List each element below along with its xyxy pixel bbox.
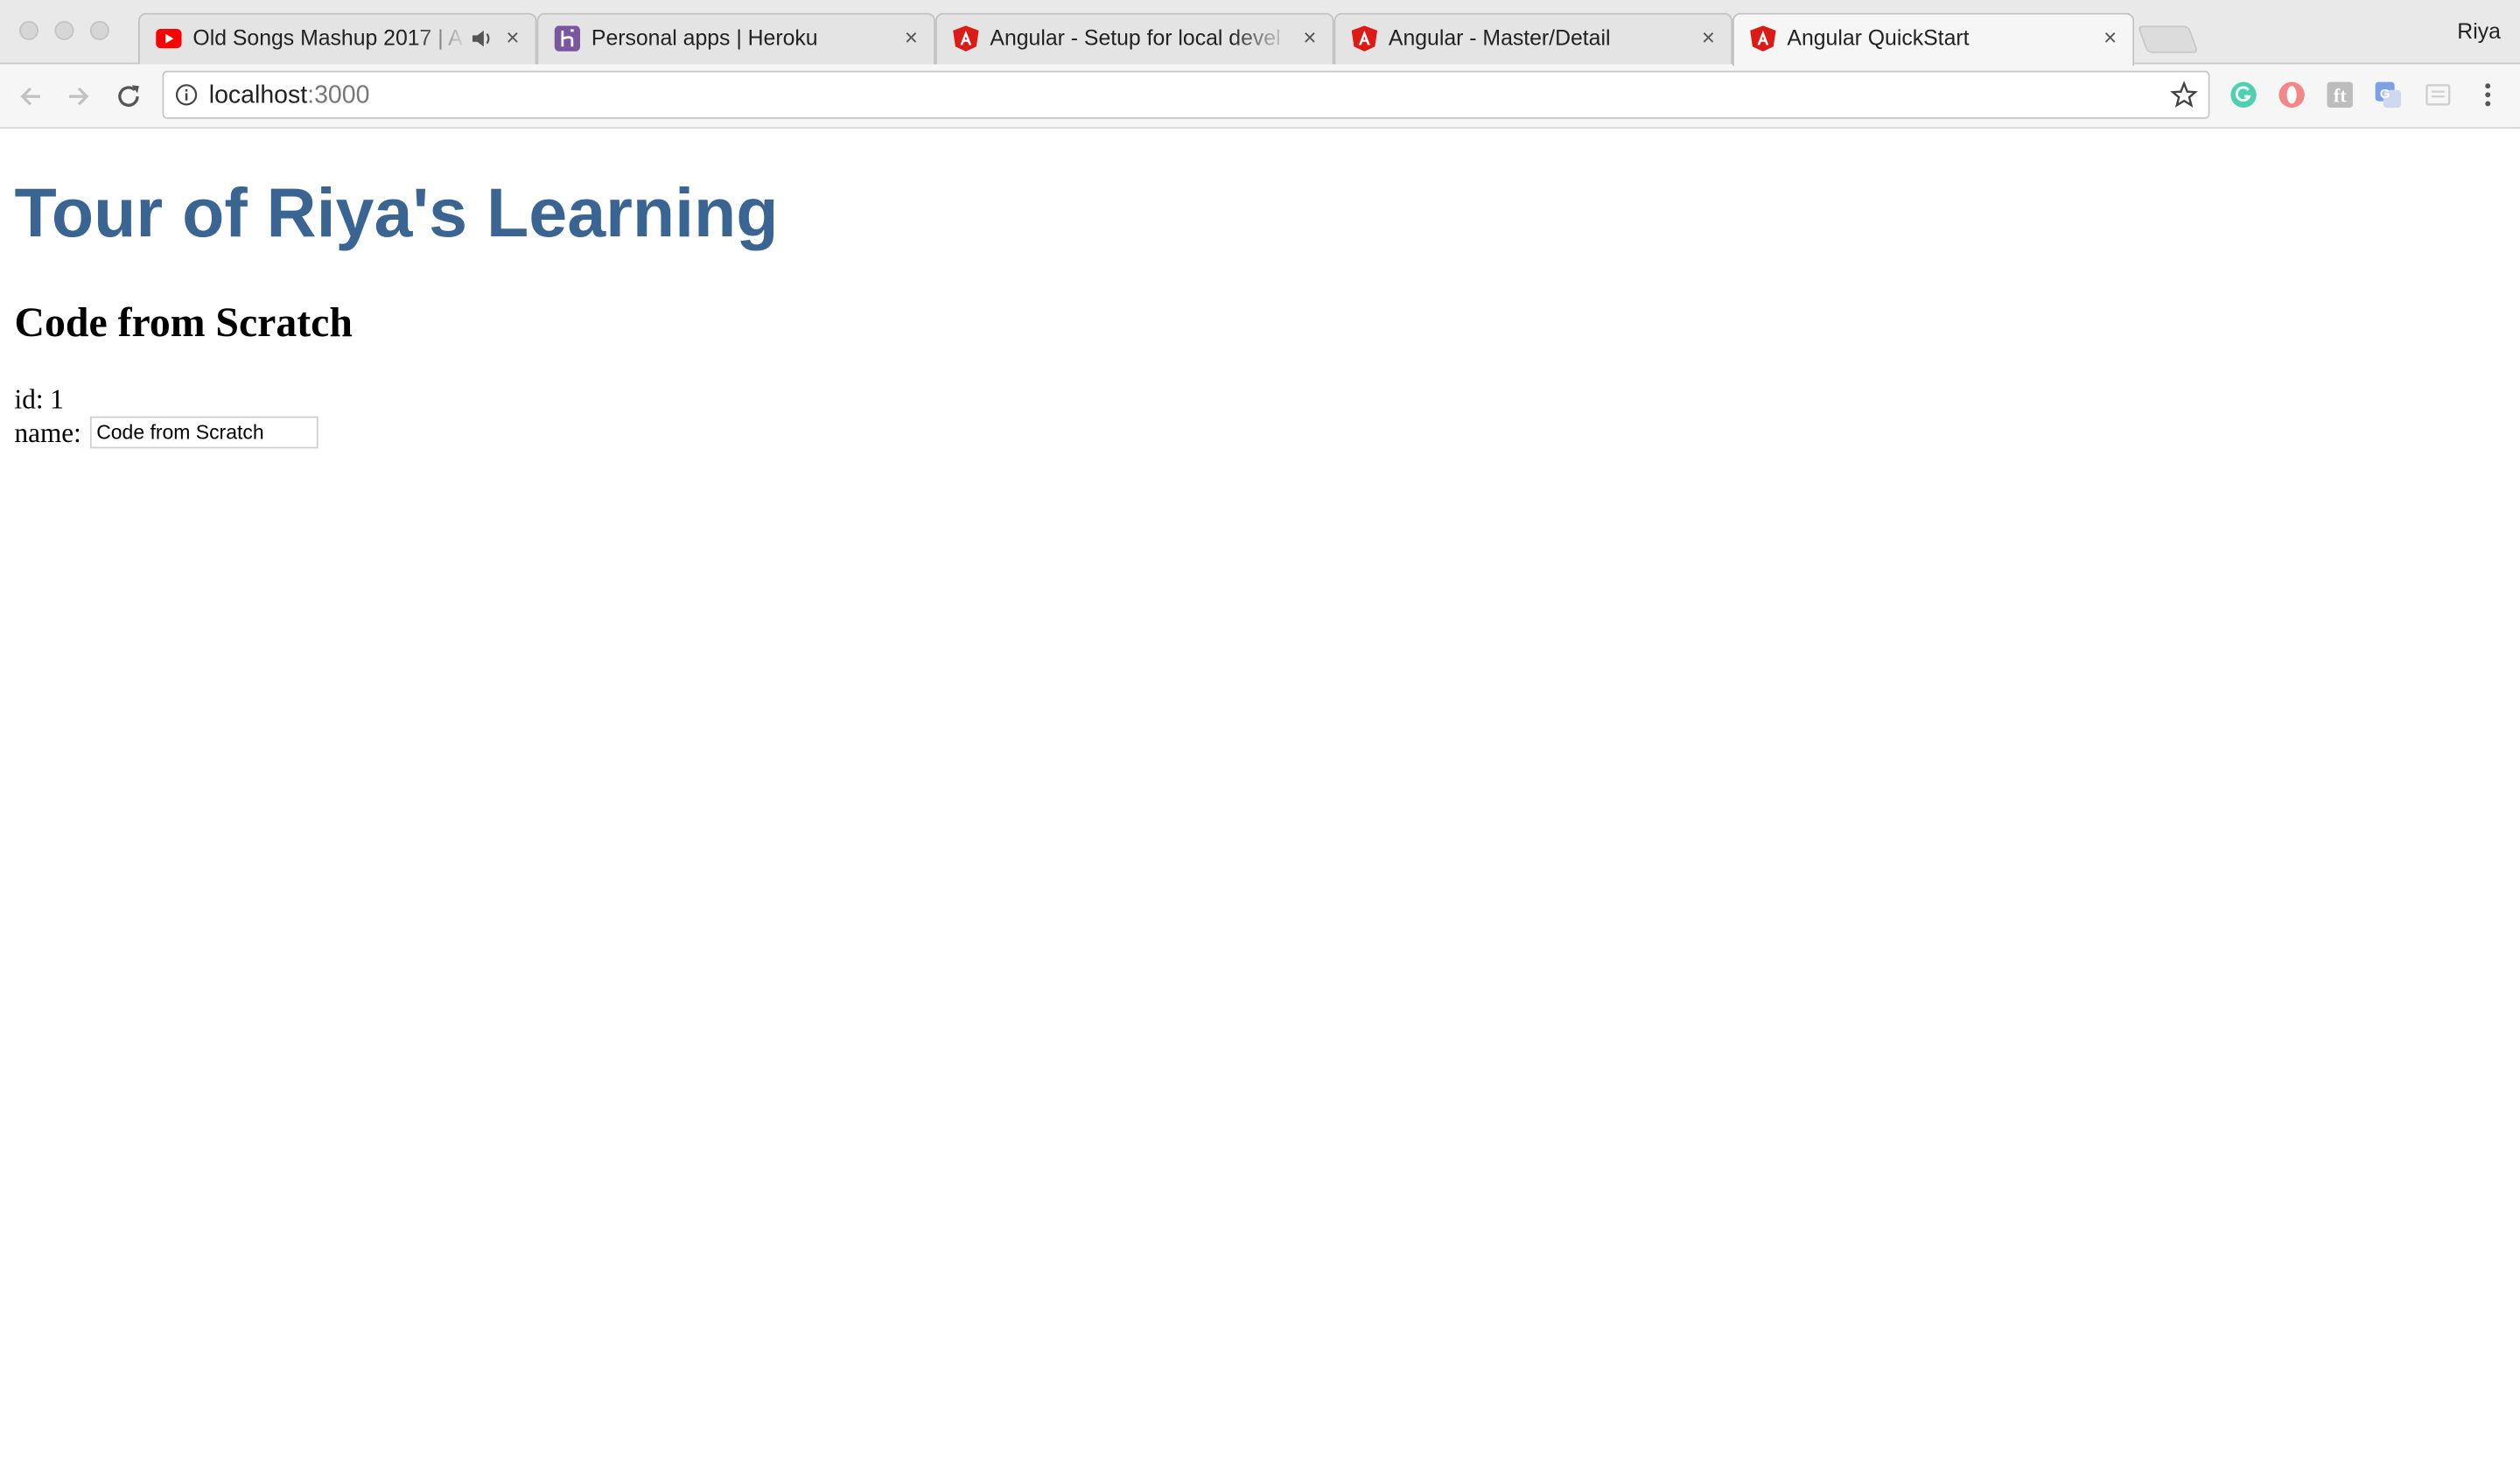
close-tab-icon[interactable]: × [503, 25, 522, 48]
heroku-icon [554, 25, 581, 52]
svg-text:G: G [2380, 88, 2390, 102]
browser-toolbar: localhost:3000 [0, 64, 2520, 129]
grammarly-icon[interactable] [2230, 81, 2258, 109]
name-label: name: [14, 418, 81, 449]
close-tab-icon[interactable]: × [1300, 25, 1320, 48]
tab-title: Angular - Setup for local devel [990, 25, 1281, 50]
tab-strip: Old Songs Mashup 2017 | A × Personal app… [0, 0, 2520, 67]
back-arrow-icon[interactable] [15, 81, 47, 113]
name-row: name: [15, 418, 81, 450]
opera-icon[interactable] [2278, 81, 2306, 109]
tab-title: Angular - Master/Detail [1388, 25, 1611, 50]
new-tab-button[interactable] [2137, 25, 2199, 53]
angular-icon [1351, 25, 1378, 52]
address-bar[interactable]: localhost:3000 [162, 70, 2210, 119]
tab-angular-quickstart[interactable]: Angular QuickStart × [1732, 12, 2135, 67]
close-tab-icon[interactable]: × [901, 25, 920, 48]
info-icon[interactable] [175, 83, 198, 106]
close-tab-icon[interactable]: × [2101, 25, 2120, 48]
angular-icon [1750, 25, 1776, 52]
tab-youtube[interactable]: Old Songs Mashup 2017 | A × [137, 12, 537, 65]
reload-icon[interactable] [113, 81, 145, 113]
tab-heroku[interactable]: Personal apps | Heroku × [536, 12, 935, 65]
profile-name[interactable]: Riya [2457, 19, 2501, 44]
hero-heading: Code from Scratch [14, 298, 353, 346]
tab-title: Personal apps | Heroku [591, 25, 818, 50]
name-input[interactable] [89, 416, 318, 449]
url-text: localhost:3000 [208, 81, 370, 109]
angular-icon [953, 25, 979, 52]
tab-title: Angular QuickStart [1787, 25, 1970, 50]
minimize-window-button[interactable] [54, 20, 74, 40]
forward-arrow-icon[interactable] [63, 81, 95, 113]
bookmark-star-icon[interactable] [2170, 81, 2199, 109]
id-label: id: [14, 383, 44, 415]
close-tab-icon[interactable]: × [1698, 25, 1718, 48]
speaker-icon[interactable] [471, 27, 494, 50]
reader-icon[interactable] [2424, 81, 2453, 109]
youtube-icon [156, 29, 182, 49]
zoom-window-button[interactable] [89, 20, 109, 40]
translate-icon[interactable]: G [2374, 81, 2403, 109]
close-window-button[interactable] [19, 20, 39, 40]
page-content: Tour of Riya's Learning Code from Scratc… [0, 130, 2520, 1474]
menu-kebab-icon[interactable] [2474, 81, 2502, 109]
svg-text:ft: ft [2334, 85, 2347, 107]
page-title: Tour of Riya's Learning [14, 175, 779, 253]
tab-angular-master-detail[interactable]: Angular - Master/Detail × [1334, 12, 1732, 65]
tab-title: Old Songs Mashup 2017 | A [192, 25, 463, 50]
id-row: id: 1 [15, 384, 64, 417]
tab-angular-setup[interactable]: Angular - Setup for local devel × [934, 12, 1334, 65]
id-value: 1 [50, 383, 64, 415]
font-extension-icon[interactable]: ft [2326, 81, 2355, 109]
